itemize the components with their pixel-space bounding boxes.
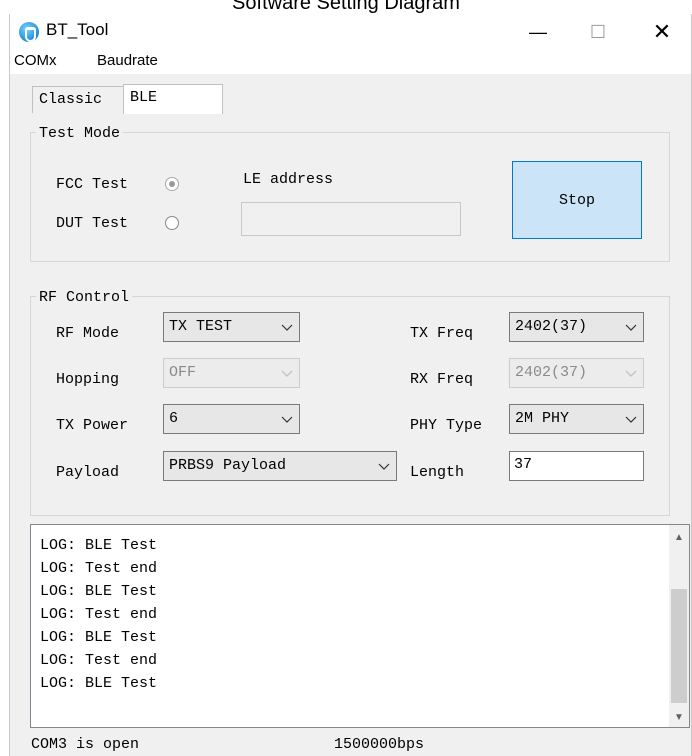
tx-power-select[interactable]: 6 [163,404,300,434]
hopping-label: Hopping [56,371,120,388]
scroll-up-icon[interactable]: ▲ [671,529,687,545]
chevron-down-icon [378,463,390,470]
log-line: LOG: BLE Test [40,629,158,646]
status-baud: 1500000bps [334,736,425,753]
log-line: LOG: Test end [40,560,158,577]
test-mode-legend: Test Mode [36,125,124,142]
tx-power-label: TX Power [56,417,129,434]
dut-test-radio[interactable] [165,216,179,230]
rx-freq-value: 2402(37) [515,364,588,381]
app-icon [19,22,39,42]
le-address-label: LE address [243,171,334,188]
rf-mode-select[interactable]: TX TEST [163,312,300,342]
payload-select[interactable]: PRBS9 Payload [163,451,397,481]
payload-label: Payload [56,464,120,481]
tab-classic[interactable]: Classic [32,86,126,113]
hopping-select[interactable]: OFF [163,358,300,388]
phy-type-value: 2M PHY [515,410,570,427]
figure-caption: Software Setting Diagram [232,0,460,14]
scroll-down-icon[interactable]: ▼ [671,709,687,725]
status-port: COM3 is open [31,736,140,753]
maximize-button[interactable]: ☐ [570,14,626,50]
length-input[interactable]: 37 [509,451,644,481]
menu-comx[interactable]: COMx [14,52,57,69]
tx-freq-value: 2402(37) [515,318,588,335]
le-address-input[interactable] [241,202,461,236]
phy-type-select[interactable]: 2M PHY [509,404,644,434]
log-output[interactable]: LOG: BLE Test LOG: Test end LOG: BLE Tes… [30,524,690,728]
rx-freq-label: RX Freq [410,371,474,388]
log-line: LOG: BLE Test [40,675,158,692]
app-window: BT_Tool — ☐ ✕ COMx Baudrate Classic BLE … [9,14,692,756]
hopping-value: OFF [169,364,197,381]
close-button[interactable]: ✕ [634,14,690,50]
log-line: LOG: BLE Test [40,583,158,600]
minimize-button[interactable]: — [510,14,566,50]
log-line: LOG: Test end [40,652,158,669]
tx-power-value: 6 [169,410,179,427]
tab-ble[interactable]: BLE [123,84,223,114]
log-line: LOG: Test end [40,606,158,623]
title-bar[interactable]: BT_Tool — ☐ ✕ [10,14,691,50]
dut-test-label: DUT Test [56,215,129,232]
scroll-thumb[interactable] [671,589,687,703]
rf-control-legend: RF Control [36,289,133,306]
rf-mode-value: TX TEST [169,318,233,335]
chevron-down-icon [281,324,293,331]
chevron-down-icon [625,416,637,423]
payload-value: PRBS9 Payload [169,457,287,474]
chevron-down-icon [281,416,293,423]
menu-bar: COMx Baudrate [10,50,691,74]
stop-button[interactable]: Stop [512,161,642,239]
menu-baudrate[interactable]: Baudrate [97,52,158,69]
fcc-test-label: FCC Test [56,176,129,193]
log-line: LOG: BLE Test [40,537,158,554]
rx-freq-select[interactable]: 2402(37) [509,358,644,388]
phy-type-label: PHY Type [410,417,483,434]
rf-mode-label: RF Mode [56,325,120,342]
chevron-down-icon [281,370,293,377]
chevron-down-icon [625,324,637,331]
window-title: BT_Tool [46,20,109,39]
fcc-test-radio[interactable] [165,177,179,191]
chevron-down-icon [625,370,637,377]
tx-freq-label: TX Freq [410,325,474,342]
tx-freq-select[interactable]: 2402(37) [509,312,644,342]
length-label: Length [410,464,465,481]
